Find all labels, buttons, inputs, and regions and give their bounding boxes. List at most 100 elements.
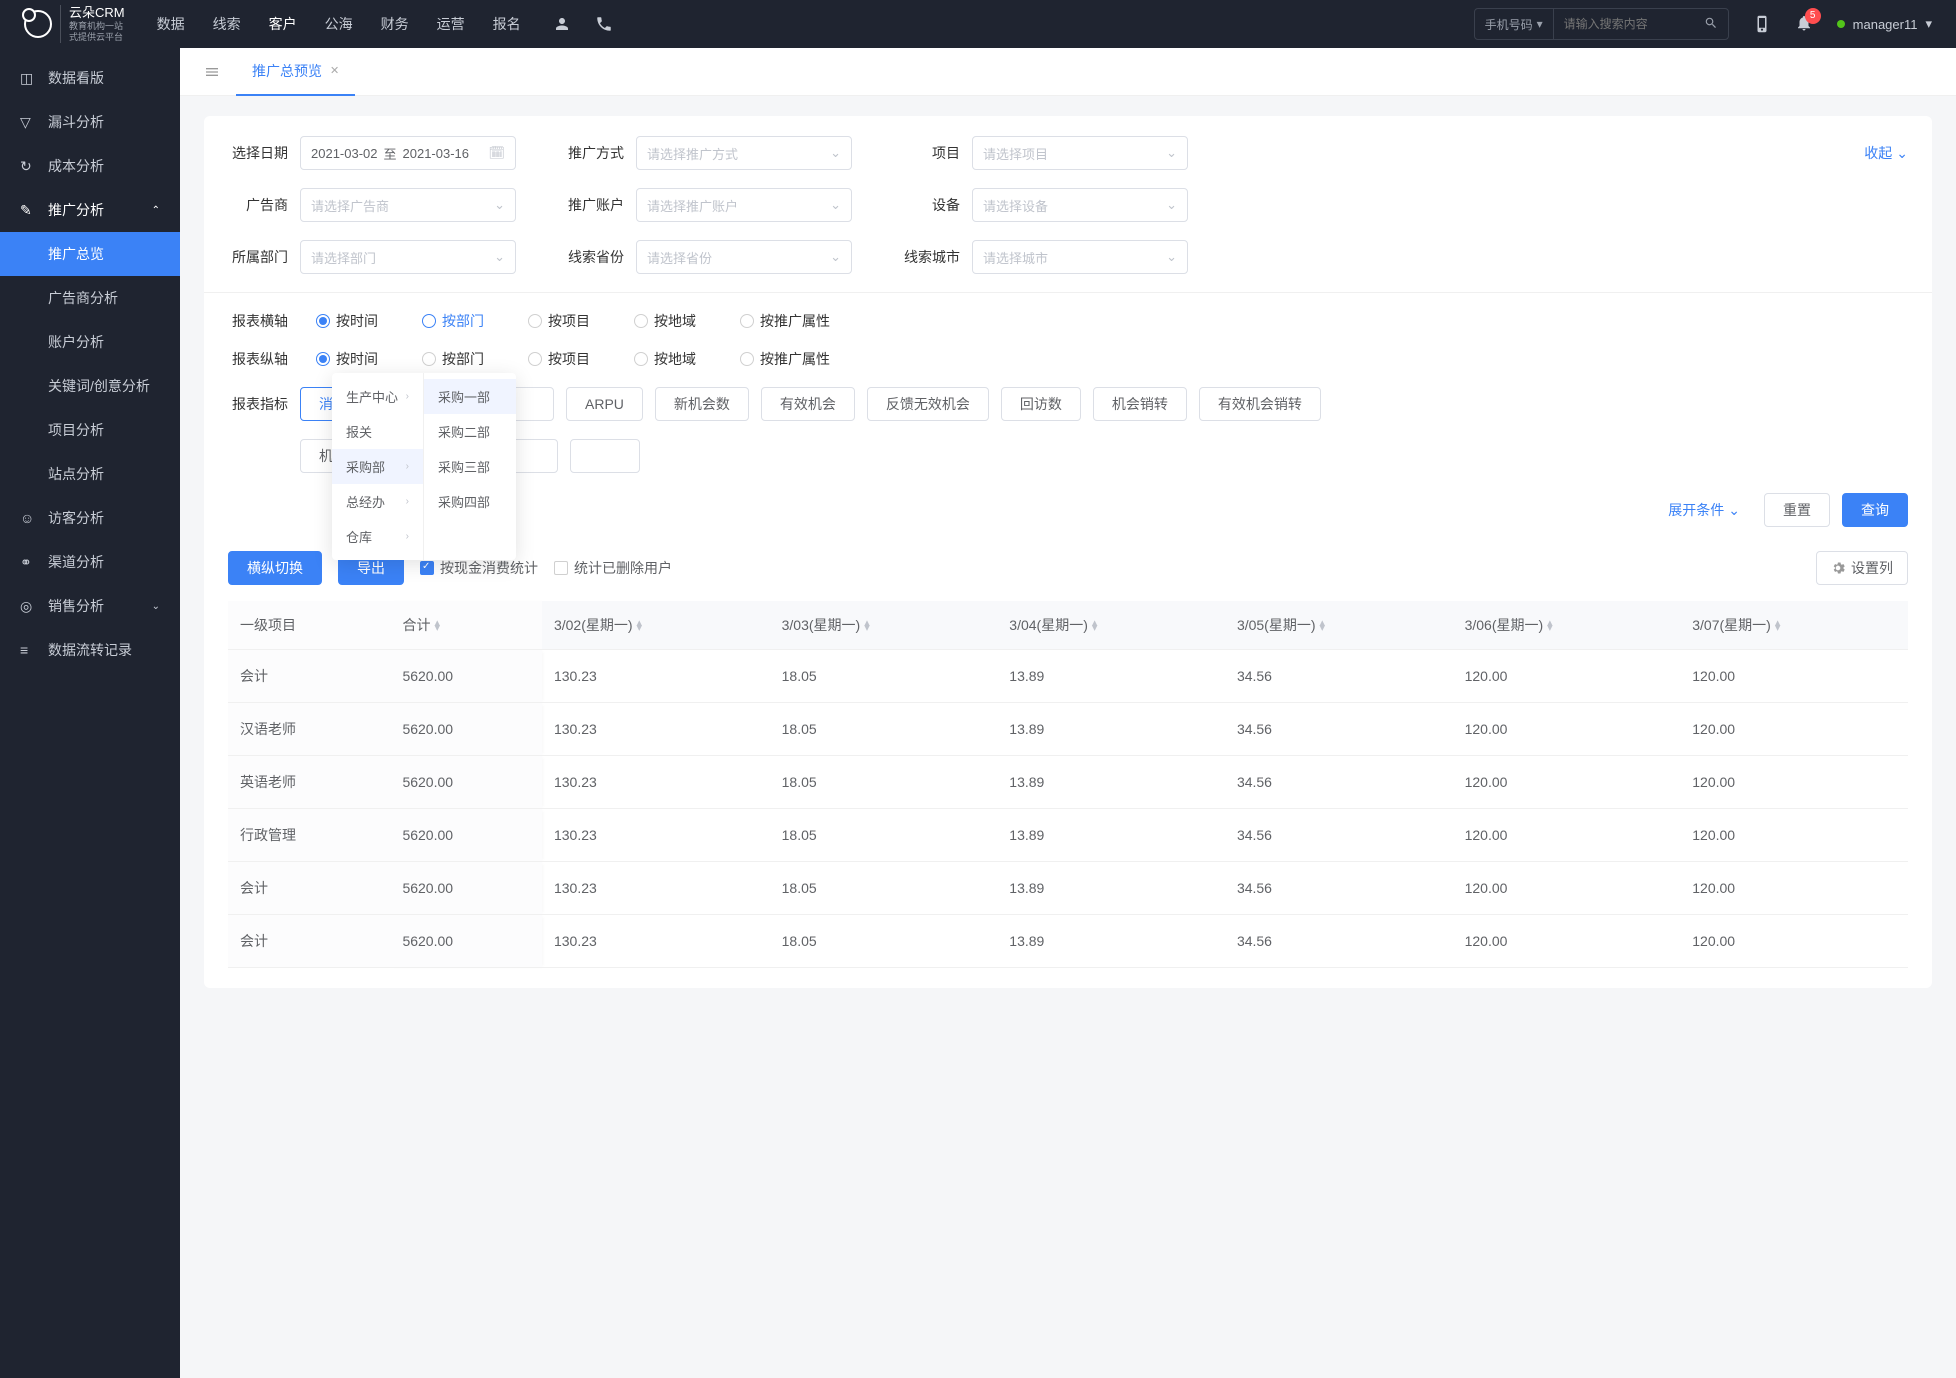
sidebar-sub-item[interactable]: 广告商分析 bbox=[0, 276, 180, 320]
sidebar-sub-item[interactable]: 账户分析 bbox=[0, 320, 180, 364]
dash-icon: ◫ bbox=[20, 70, 36, 86]
query-button[interactable]: 查询 bbox=[1842, 493, 1908, 527]
table-cell: 120.00 bbox=[1680, 862, 1908, 915]
logo[interactable]: 云朵CRM 教育机构一站式提供云平台 bbox=[24, 5, 125, 42]
topnav-item[interactable]: 客户 bbox=[269, 14, 297, 34]
close-icon[interactable]: ✕ bbox=[330, 64, 339, 77]
promo-icon: ✎ bbox=[20, 202, 36, 218]
chevron-right-icon: › bbox=[406, 496, 409, 507]
stat-cash-checkbox[interactable]: 按现金消费统计 bbox=[420, 558, 538, 578]
sidebar-sub-item[interactable]: 项目分析 bbox=[0, 408, 180, 452]
sidebar-item[interactable]: ◎销售分析⌄ bbox=[0, 584, 180, 628]
sidebar-item[interactable]: ≡数据流转记录 bbox=[0, 628, 180, 672]
cascade-item[interactable]: 仓库› bbox=[332, 519, 423, 554]
dept-select[interactable]: 请选择部门⌄ bbox=[300, 240, 516, 274]
sort-icon[interactable]: ▴▾ bbox=[637, 621, 643, 631]
sidebar-item[interactable]: ✎推广分析⌃ bbox=[0, 188, 180, 232]
topnav-item[interactable]: 数据 bbox=[157, 14, 185, 34]
sidebar-sub-item[interactable]: 站点分析 bbox=[0, 452, 180, 496]
sort-icon[interactable]: ▴▾ bbox=[1547, 621, 1553, 631]
radio-icon bbox=[740, 314, 754, 328]
metric-button[interactable]: 回访数 bbox=[1001, 387, 1081, 421]
table-header-cell[interactable]: 一级项目 bbox=[228, 601, 390, 650]
user-menu[interactable]: manager11 ▾ bbox=[1837, 16, 1932, 32]
topnav-item[interactable]: 线索 bbox=[213, 14, 241, 34]
table-header-cell[interactable]: 3/04(星期一)▴▾ bbox=[997, 601, 1225, 650]
sort-icon[interactable]: ▴▾ bbox=[1092, 621, 1098, 631]
metric-button[interactable]: 机会销转 bbox=[1093, 387, 1187, 421]
metric-button[interactable] bbox=[570, 439, 640, 473]
metric-button[interactable]: 新机会数 bbox=[655, 387, 749, 421]
stat-deleted-checkbox[interactable]: 统计已删除用户 bbox=[554, 558, 672, 578]
sidebar-item[interactable]: ◫数据看版 bbox=[0, 56, 180, 100]
table-header-cell[interactable]: 3/03(星期一)▴▾ bbox=[770, 601, 998, 650]
method-select[interactable]: 请选择推广方式⌄ bbox=[636, 136, 852, 170]
metric-button[interactable]: 反馈无效机会 bbox=[867, 387, 989, 421]
table-cell: 汉语老师 bbox=[228, 703, 390, 756]
cascade-item[interactable]: 采购一部 bbox=[424, 379, 516, 414]
table-header-cell[interactable]: 3/05(星期一)▴▾ bbox=[1225, 601, 1453, 650]
sidebar-item[interactable]: ⚭渠道分析 bbox=[0, 540, 180, 584]
search-button[interactable] bbox=[1694, 16, 1728, 33]
cascade-item[interactable]: 采购四部 bbox=[424, 484, 516, 519]
radio-option[interactable]: 按推广属性 bbox=[740, 349, 830, 369]
metric-button[interactable]: 有效机会 bbox=[761, 387, 855, 421]
sidebar-item[interactable]: ▽漏斗分析 bbox=[0, 100, 180, 144]
province-select[interactable]: 请选择省份⌄ bbox=[636, 240, 852, 274]
radio-option[interactable]: 按项目 bbox=[528, 349, 590, 369]
table-cell: 会计 bbox=[228, 915, 390, 968]
radio-option[interactable]: 按部门 bbox=[422, 311, 484, 331]
chevron-right-icon: › bbox=[406, 391, 409, 402]
table-header-cell[interactable]: 3/06(星期一)▴▾ bbox=[1453, 601, 1681, 650]
collapse-link[interactable]: 收起 ⌄ bbox=[1864, 143, 1908, 163]
metric-button[interactable]: ARPU bbox=[566, 387, 643, 421]
sidebar-toggle[interactable] bbox=[196, 56, 228, 88]
city-select[interactable]: 请选择城市⌄ bbox=[972, 240, 1188, 274]
topnav-item[interactable]: 公海 bbox=[325, 14, 353, 34]
notifications-button[interactable]: 5 bbox=[1795, 14, 1813, 35]
sort-icon[interactable]: ▴▾ bbox=[1320, 621, 1326, 631]
table-header-cell[interactable]: 3/02(星期一)▴▾ bbox=[542, 601, 770, 650]
search-type-select[interactable]: 手机号码 ▾ bbox=[1475, 9, 1554, 39]
radio-option[interactable]: 按项目 bbox=[528, 311, 590, 331]
topnav-item[interactable]: 运营 bbox=[437, 14, 465, 34]
date-range-input[interactable]: 2021-03-02 至 2021-03-16 🗓 bbox=[300, 136, 516, 170]
sidebar-item[interactable]: ☺访客分析 bbox=[0, 496, 180, 540]
cascade-item[interactable]: 采购二部 bbox=[424, 414, 516, 449]
cascade-item[interactable]: 采购部› bbox=[332, 449, 423, 484]
tab-promo-overview[interactable]: 推广总预览 ✕ bbox=[236, 48, 355, 96]
sort-icon[interactable]: ▴▾ bbox=[864, 621, 870, 631]
sidebar-sub-item[interactable]: 推广总览 bbox=[0, 232, 180, 276]
topnav-item[interactable]: 财务 bbox=[381, 14, 409, 34]
cascade-item[interactable]: 生产中心› bbox=[332, 379, 423, 414]
radio-option[interactable]: 按地域 bbox=[634, 349, 696, 369]
sort-icon[interactable]: ▴▾ bbox=[1775, 621, 1781, 631]
table-header-cell[interactable]: 3/07(星期一)▴▾ bbox=[1680, 601, 1908, 650]
cascade-item[interactable]: 总经办› bbox=[332, 484, 423, 519]
topnav-item[interactable]: 报名 bbox=[493, 14, 521, 34]
sort-icon[interactable]: ▴▾ bbox=[434, 621, 440, 631]
metric-button[interactable]: 有效机会销转 bbox=[1199, 387, 1321, 421]
expand-conditions-link[interactable]: 展开条件 ⌄ bbox=[1668, 500, 1740, 520]
radio-option[interactable]: 按时间 bbox=[316, 311, 378, 331]
table-header-cell[interactable]: 合计▴▾ bbox=[390, 601, 542, 650]
set-columns-button[interactable]: 设置列 bbox=[1816, 551, 1908, 585]
advertiser-select[interactable]: 请选择广告商⌄ bbox=[300, 188, 516, 222]
radio-option[interactable]: 按推广属性 bbox=[740, 311, 830, 331]
radio-option[interactable]: 按地域 bbox=[634, 311, 696, 331]
account-select[interactable]: 请选择推广账户⌄ bbox=[636, 188, 852, 222]
reset-button[interactable]: 重置 bbox=[1764, 493, 1830, 527]
phone-icon[interactable] bbox=[595, 15, 613, 33]
device-select[interactable]: 请选择设备⌄ bbox=[972, 188, 1188, 222]
cascade-item[interactable]: 报关 bbox=[332, 414, 423, 449]
user-icon[interactable] bbox=[553, 15, 571, 33]
mobile-icon[interactable] bbox=[1753, 15, 1771, 33]
sidebar-item[interactable]: ↻成本分析 bbox=[0, 144, 180, 188]
radio-option[interactable]: 按时间 bbox=[316, 349, 378, 369]
switch-axes-button[interactable]: 横纵切换 bbox=[228, 551, 322, 585]
radio-option[interactable]: 按部门 bbox=[422, 349, 484, 369]
cascade-item[interactable]: 采购三部 bbox=[424, 449, 516, 484]
project-select[interactable]: 请选择项目⌄ bbox=[972, 136, 1188, 170]
search-input[interactable] bbox=[1554, 17, 1694, 31]
sidebar-sub-item[interactable]: 关键词/创意分析 bbox=[0, 364, 180, 408]
